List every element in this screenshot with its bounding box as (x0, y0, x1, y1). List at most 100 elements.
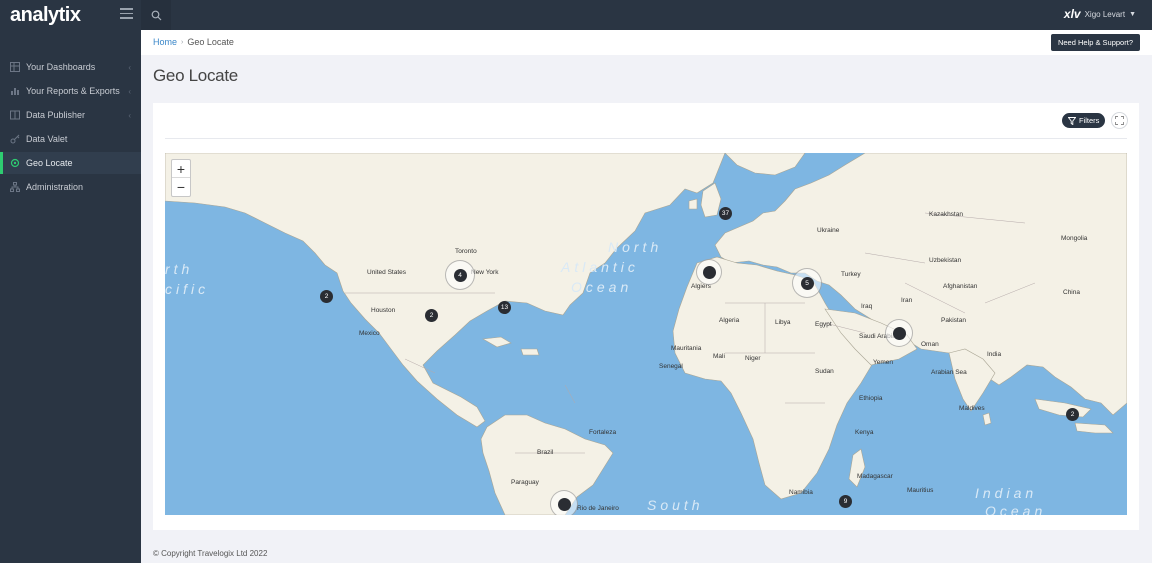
ocean-label: rth (165, 261, 194, 277)
sidebar-item-label: Your Dashboards (26, 62, 96, 72)
map-pin-icon (10, 158, 20, 168)
map-label: Turkey (841, 271, 861, 278)
breadcrumb: Home › Geo Locate (153, 37, 234, 47)
footer-copyright: © Copyright Travelogix Ltd 2022 (153, 549, 268, 558)
cluster-count: 37 (719, 207, 732, 220)
zoom-out-button[interactable]: − (172, 178, 190, 196)
sidebar-item-geo-locate[interactable]: Geo Locate (0, 152, 141, 174)
breadcrumb-current: Geo Locate (187, 37, 234, 47)
map-label: Arabian Sea (931, 369, 967, 376)
table-icon (10, 62, 20, 72)
zoom-in-button[interactable]: + (172, 160, 190, 178)
cluster-marker-florida[interactable]: 2 (423, 307, 440, 324)
map-label: Ukraine (817, 227, 840, 234)
map-label: India (987, 351, 1002, 358)
sitemap-icon (10, 182, 20, 192)
map-label: Madagascar (857, 473, 893, 480)
search-button[interactable] (141, 0, 171, 30)
search-icon (151, 10, 161, 20)
cluster-marker-atlantic[interactable]: 13 (496, 299, 513, 316)
bar-chart-icon (10, 86, 20, 96)
sidebar-item-data-publisher[interactable]: Data Publisher ‹ (0, 104, 141, 126)
app-logo[interactable]: analytix (10, 4, 81, 26)
book-icon (10, 110, 20, 120)
sidebar-item-label: Data Valet (26, 134, 68, 144)
filter-icon (1068, 116, 1076, 125)
map-label: Mauritania (671, 345, 702, 352)
map-label: Namibia (789, 489, 813, 496)
map-label: Ethiopia (859, 395, 883, 402)
key-icon (10, 134, 20, 144)
sidebar-item-dashboards[interactable]: Your Dashboards ‹ (0, 56, 141, 78)
cluster-count: 2 (1066, 408, 1079, 421)
cluster-marker-south-africa[interactable]: 9 (837, 493, 854, 510)
cluster-marker-west-us[interactable]: 2 (318, 288, 335, 305)
map-label: Iran (901, 297, 913, 304)
cluster-count: 13 (498, 301, 511, 314)
map-label: Mali (713, 353, 725, 360)
cluster-marker-gulf[interactable] (885, 319, 913, 347)
map-label: Egypt (815, 321, 832, 328)
chevron-left-icon: ‹ (128, 86, 131, 96)
cluster-marker-turkey[interactable]: 5 (792, 268, 822, 298)
sidebar-item-data-valet[interactable]: Data Valet (0, 128, 141, 150)
filters-button[interactable]: Filters (1062, 113, 1106, 128)
map-label: Oman (921, 341, 939, 348)
world-map-tiles (165, 153, 1127, 515)
cluster-count (892, 326, 906, 340)
zoom-control: + − (171, 159, 191, 197)
user-name: Xigo Levart (1084, 9, 1126, 19)
sidebar-item-label: Your Reports & Exports (26, 86, 120, 96)
map-label: Yemen (873, 359, 893, 366)
cluster-marker-uk[interactable]: 37 (717, 205, 734, 222)
breadcrumb-home-link[interactable]: Home (153, 37, 177, 47)
cluster-marker-south-asia[interactable]: 2 (1064, 406, 1081, 423)
help-support-button[interactable]: Need Help & Support? (1050, 34, 1140, 51)
sidebar-item-label: Geo Locate (26, 158, 73, 168)
cluster-count (557, 497, 571, 511)
user-menu[interactable]: xlv Xigo Levart ▼ (1064, 7, 1136, 21)
chevron-right-icon: › (181, 38, 184, 46)
map-label: Algeria (719, 317, 740, 324)
sidebar-item-reports[interactable]: Your Reports & Exports ‹ (0, 80, 141, 102)
map-label: Niger (745, 355, 761, 362)
map-label: Fortaleza (589, 429, 617, 436)
map-label: New York (471, 269, 499, 276)
page-title: Geo Locate (153, 66, 238, 85)
ocean-label: South (647, 497, 704, 513)
ocean-label: cific (165, 281, 210, 297)
map-label: Paraguay (511, 479, 539, 486)
cluster-count: 4 (453, 268, 467, 282)
map-label: Rio de Janeiro (577, 505, 619, 512)
sidebar-item-administration[interactable]: Administration (0, 176, 141, 198)
map-label: Toronto (455, 248, 477, 255)
cluster-marker-new-york[interactable]: 4 (445, 260, 475, 290)
hamburger-menu-icon[interactable] (120, 8, 133, 19)
sidebar-item-label: Data Publisher (26, 110, 86, 120)
cluster-count: 2 (320, 290, 333, 303)
ocean-label: Ocean (985, 503, 1047, 515)
map-label: China (1063, 289, 1080, 296)
map-label: Libya (775, 319, 791, 326)
map-label: Mongolia (1061, 235, 1088, 242)
sidebar: analytix Your Dashboards ‹ Your Reports … (0, 0, 141, 563)
ocean-label: North (608, 239, 663, 255)
world-map[interactable]: North Atlantic Ocean South Indian Ocean … (165, 153, 1127, 515)
ocean-label: Atlantic (561, 259, 639, 275)
map-label: Kazakhstan (929, 211, 963, 218)
map-label: Uzbekistan (929, 257, 962, 264)
cluster-marker-algiers[interactable] (696, 259, 722, 285)
top-bar: xlv Xigo Levart ▼ (120, 0, 1152, 30)
expand-icon (1115, 116, 1124, 125)
cluster-marker-rio[interactable] (550, 490, 578, 515)
cluster-count: 5 (800, 276, 814, 290)
ocean-label: Ocean (571, 279, 633, 295)
ocean-label: Indian (975, 485, 1038, 501)
fullscreen-button[interactable] (1111, 112, 1128, 129)
chevron-left-icon: ‹ (128, 62, 131, 72)
map-label: Pakistan (941, 317, 966, 324)
map-label: Houston (371, 307, 396, 314)
caret-down-icon: ▼ (1129, 10, 1136, 18)
user-avatar: xlv (1063, 7, 1081, 21)
breadcrumb-bar: Home › Geo Locate Need Help & Support? (141, 30, 1152, 55)
